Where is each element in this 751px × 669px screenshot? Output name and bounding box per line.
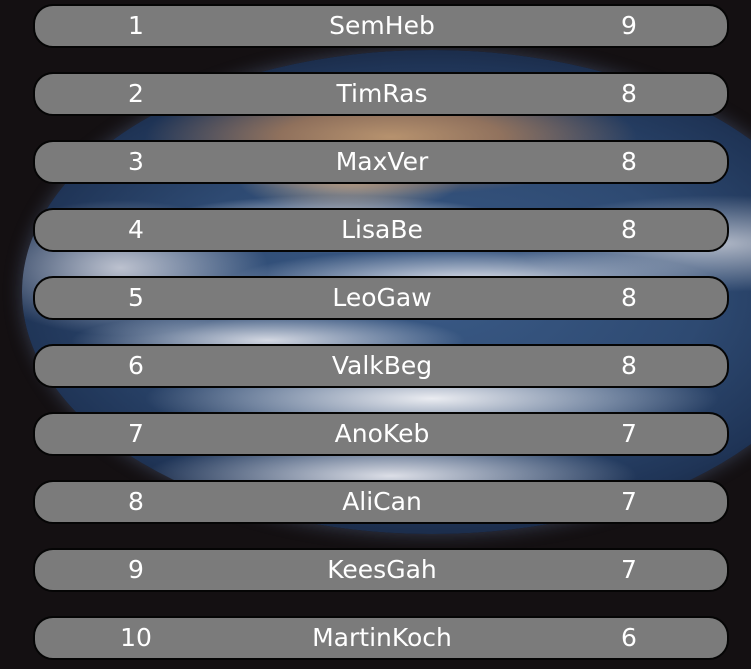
leaderboard-row: 5 LeoGaw 8 [33,276,729,320]
row-score: 8 [621,79,637,108]
row-player-name: LisaBe [341,215,423,244]
row-score: 7 [621,555,637,584]
row-score: 9 [621,11,637,40]
row-rank: 5 [128,283,144,312]
leaderboard-row: 2 TimRas 8 [33,72,729,116]
row-rank: 8 [128,487,144,516]
leaderboard-row: 10 MartinKoch 6 [33,616,729,660]
leaderboard-row: 6 ValkBeg 8 [33,344,729,388]
row-player-name: SemHeb [329,11,435,40]
row-score: 8 [621,215,637,244]
row-player-name: MartinKoch [312,623,452,652]
row-score: 7 [621,487,637,516]
row-player-name: KeesGah [327,555,437,584]
row-rank: 6 [128,351,144,380]
row-score: 8 [621,351,637,380]
leaderboard-row: 3 MaxVer 8 [33,140,729,184]
row-player-name: AliCan [342,487,422,516]
row-score: 7 [621,419,637,448]
leaderboard-row: 4 LisaBe 8 [33,208,729,252]
leaderboard-screen: 1 SemHeb 9 2 TimRas 8 3 MaxVer 8 4 LisaB… [0,0,751,669]
row-rank: 1 [128,11,144,40]
leaderboard-row: 9 KeesGah 7 [33,548,729,592]
row-rank: 9 [128,555,144,584]
row-score: 6 [621,623,637,652]
leaderboard-row: 7 AnoKeb 7 [33,412,729,456]
row-score: 8 [621,283,637,312]
row-rank: 2 [128,79,144,108]
row-rank: 3 [128,147,144,176]
row-rank: 7 [128,419,144,448]
row-player-name: AnoKeb [334,419,430,448]
row-score: 8 [621,147,637,176]
row-player-name: ValkBeg [331,351,433,380]
leaderboard-row: 1 SemHeb 9 [33,4,729,48]
row-player-name: LeoGaw [332,283,432,312]
row-rank: 10 [120,623,152,652]
row-rank: 4 [128,215,144,244]
leaderboard-row: 8 AliCan 7 [33,480,729,524]
row-player-name: TimRas [336,79,428,108]
row-player-name: MaxVer [335,147,429,176]
